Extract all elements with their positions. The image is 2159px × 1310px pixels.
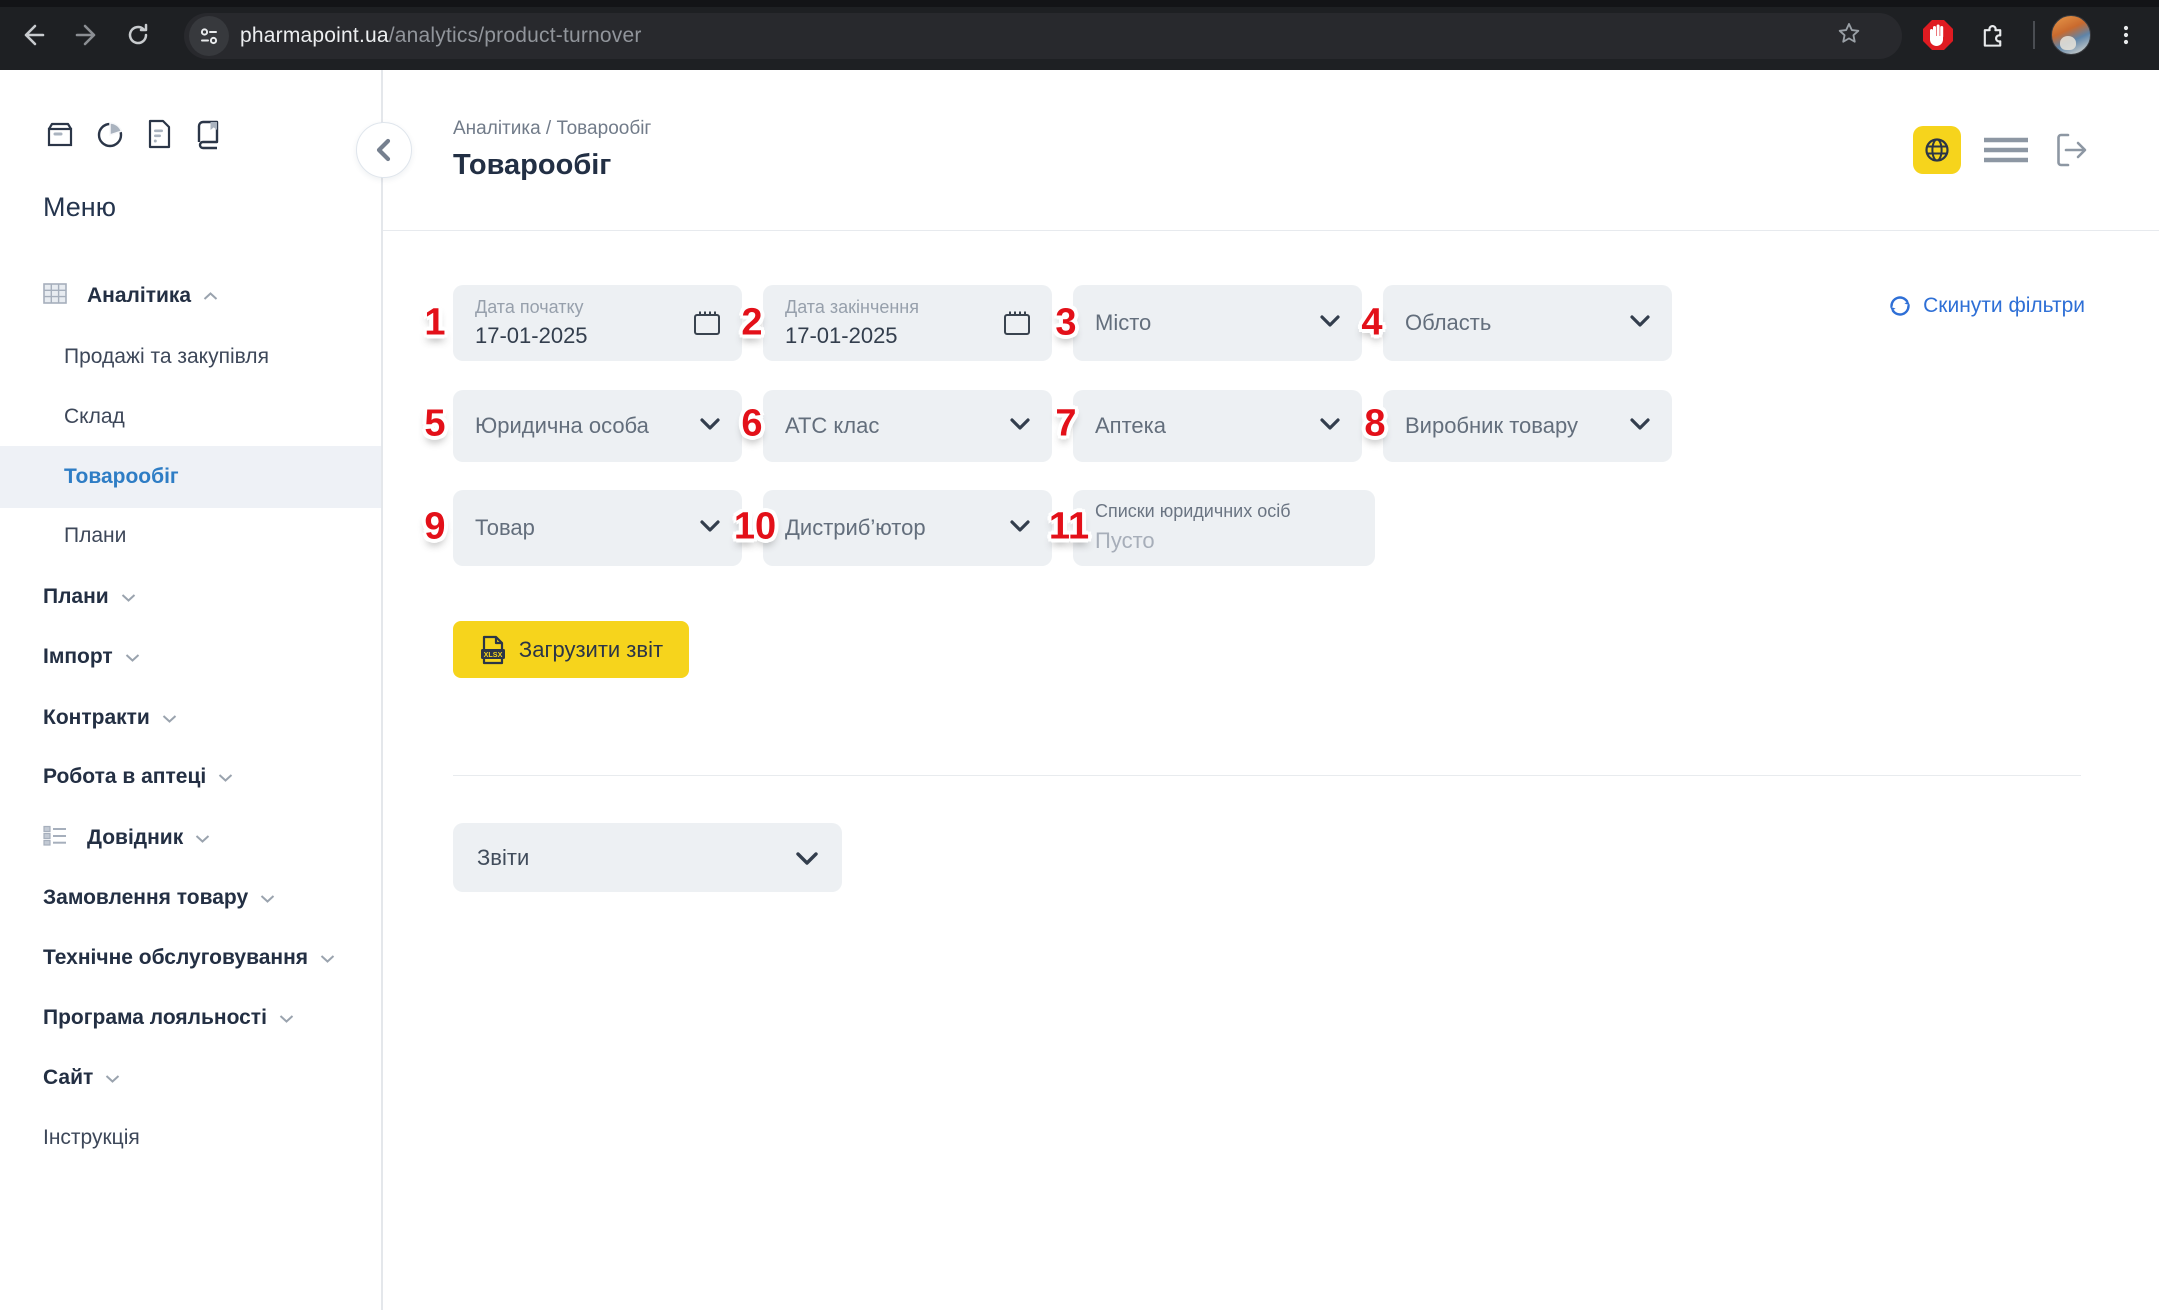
book-icon[interactable] <box>191 117 225 156</box>
city-select[interactable]: Місто <box>1073 285 1362 361</box>
sidebar-item-plans[interactable]: Плани <box>0 577 381 617</box>
chevron-down-icon <box>195 834 210 843</box>
menu-lines-icon[interactable] <box>1983 132 2029 168</box>
adblock-extension-icon[interactable] <box>1918 15 1958 55</box>
legal-entity-select[interactable]: Юридична особа <box>453 390 742 462</box>
reset-icon <box>1890 296 1911 316</box>
chevron-down-icon <box>1630 417 1650 435</box>
annotation-5: 5 <box>424 402 446 445</box>
sidebar-item-analytics[interactable]: Аналітика <box>0 276 381 316</box>
profile-avatar[interactable] <box>2051 15 2091 55</box>
document-icon[interactable] <box>143 117 175 156</box>
svg-text:XLSX: XLSX <box>484 649 503 658</box>
chevron-down-icon <box>320 954 335 963</box>
chevron-down-icon <box>105 1074 120 1083</box>
sidebar-item-plans-sub[interactable]: Плани <box>0 516 381 556</box>
breadcrumb: Аналітика / Товарообіг <box>453 118 652 139</box>
content-area: Скинути фільтри Дата початку 17-01-2025 <box>383 231 2159 1309</box>
url-bar[interactable]: pharmapoint.ua/analytics/product-turnove… <box>184 13 1902 59</box>
chevron-down-icon <box>1630 314 1650 332</box>
sidebar-collapse-button[interactable] <box>356 122 412 178</box>
sidebar-item-maintenance[interactable]: Технічне обслуговування <box>0 938 381 978</box>
distributor-select[interactable]: Дистриб’ютор <box>763 490 1052 566</box>
chevron-down-icon <box>279 1014 294 1023</box>
chevron-down-icon <box>700 519 720 537</box>
sidebar-item-instruction[interactable]: Інструкція <box>0 1118 381 1158</box>
region-select[interactable]: Область <box>1383 285 1672 361</box>
bookmark-star-icon[interactable] <box>1836 21 1862 52</box>
atc-class-select[interactable]: АТС клас <box>763 390 1052 462</box>
forward-icon[interactable] <box>66 15 106 55</box>
sidebar-item-site[interactable]: Сайт <box>0 1058 381 1098</box>
language-globe-button[interactable] <box>1913 126 1961 174</box>
sidebar-item-pharmacy-work[interactable]: Робота в аптеці <box>0 757 381 797</box>
pie-chart-icon[interactable] <box>93 117 127 156</box>
section-divider <box>453 775 2081 776</box>
site-info-icon[interactable] <box>189 16 229 56</box>
sidebar-item-product-orders[interactable]: Замовлення товару <box>0 878 381 918</box>
sidebar-item-sales-purchases[interactable]: Продажі та закупівля <box>0 337 381 377</box>
chevron-down-icon <box>260 894 275 903</box>
grid-icon <box>43 283 67 309</box>
url-domain: pharmapoint.ua <box>240 24 389 47</box>
reports-dropdown[interactable]: Звіти <box>453 823 842 892</box>
reload-icon[interactable] <box>118 15 158 55</box>
page-header: Аналітика / Товарообіг Товарообіг <box>383 70 2159 231</box>
chevron-down-icon <box>1320 417 1340 435</box>
sidebar-item-warehouse[interactable]: Склад <box>0 397 381 437</box>
sidebar-item-turnover-active[interactable]: Товарообіг <box>0 446 381 508</box>
chevron-down-icon <box>162 714 177 723</box>
chevron-down-icon <box>1320 314 1340 332</box>
logout-icon[interactable] <box>2051 129 2093 171</box>
toolbar-divider <box>2033 21 2035 49</box>
download-report-button[interactable]: XLSX Загрузити звіт <box>453 621 689 678</box>
menu-title: Меню <box>43 192 116 222</box>
chevron-down-icon <box>125 653 140 662</box>
extensions-puzzle-icon[interactable] <box>1973 15 2013 55</box>
chevron-down-icon <box>1010 519 1030 537</box>
url-text: pharmapoint.ua/analytics/product-turnove… <box>240 24 642 48</box>
start-date-field[interactable]: Дата початку 17-01-2025 <box>453 285 742 361</box>
pharmacy-select[interactable]: Аптека <box>1073 390 1362 462</box>
sidebar: Меню Аналітика Продажі та закупівля Скла… <box>0 70 383 1310</box>
manufacturer-select[interactable]: Виробник товару <box>1383 390 1672 462</box>
product-select[interactable]: Товар <box>453 490 742 566</box>
chevron-down-icon <box>1010 417 1030 435</box>
sidebar-item-loyalty-program[interactable]: Програма лояльності <box>0 998 381 1038</box>
sidebar-item-directory[interactable]: Довідник <box>0 818 381 858</box>
page-title: Товарообіг <box>453 149 612 181</box>
back-icon[interactable] <box>14 15 54 55</box>
xlsx-file-icon: XLSX <box>480 635 505 664</box>
browser-menu-icon[interactable] <box>2106 15 2146 55</box>
chevron-down-icon <box>218 773 233 782</box>
reset-filters-link[interactable]: Скинути фільтри <box>1887 293 2085 319</box>
chevron-down-icon <box>700 417 720 435</box>
box-icon[interactable] <box>43 117 77 156</box>
chevron-down-icon <box>121 593 136 602</box>
browser-toolbar: pharmapoint.ua/analytics/product-turnove… <box>0 0 2159 70</box>
sidebar-item-contracts[interactable]: Контракти <box>0 698 381 738</box>
chevron-down-icon <box>796 845 818 871</box>
sidebar-item-import[interactable]: Імпорт <box>0 637 381 677</box>
chevron-up-icon <box>203 291 218 301</box>
url-path: /analytics/product-turnover <box>388 24 642 47</box>
annotation-2: 2 <box>741 301 763 344</box>
annotation-6: 6 <box>741 402 763 445</box>
calendar-icon[interactable] <box>692 309 722 342</box>
legal-entity-lists-field[interactable]: Списки юридичних осіб Пусто <box>1073 490 1375 566</box>
main-panel: Аналітика / Товарообіг Товарообіг Скинут… <box>383 70 2159 1310</box>
annotation-4: 4 <box>1361 301 1383 344</box>
list-icon <box>43 825 67 851</box>
annotation-1: 1 <box>424 301 446 344</box>
annotation-9: 9 <box>424 505 446 548</box>
window-top-strip <box>0 0 2159 7</box>
end-date-field[interactable]: Дата закінчення 17-01-2025 <box>763 285 1052 361</box>
calendar-icon[interactable] <box>1002 309 1032 342</box>
